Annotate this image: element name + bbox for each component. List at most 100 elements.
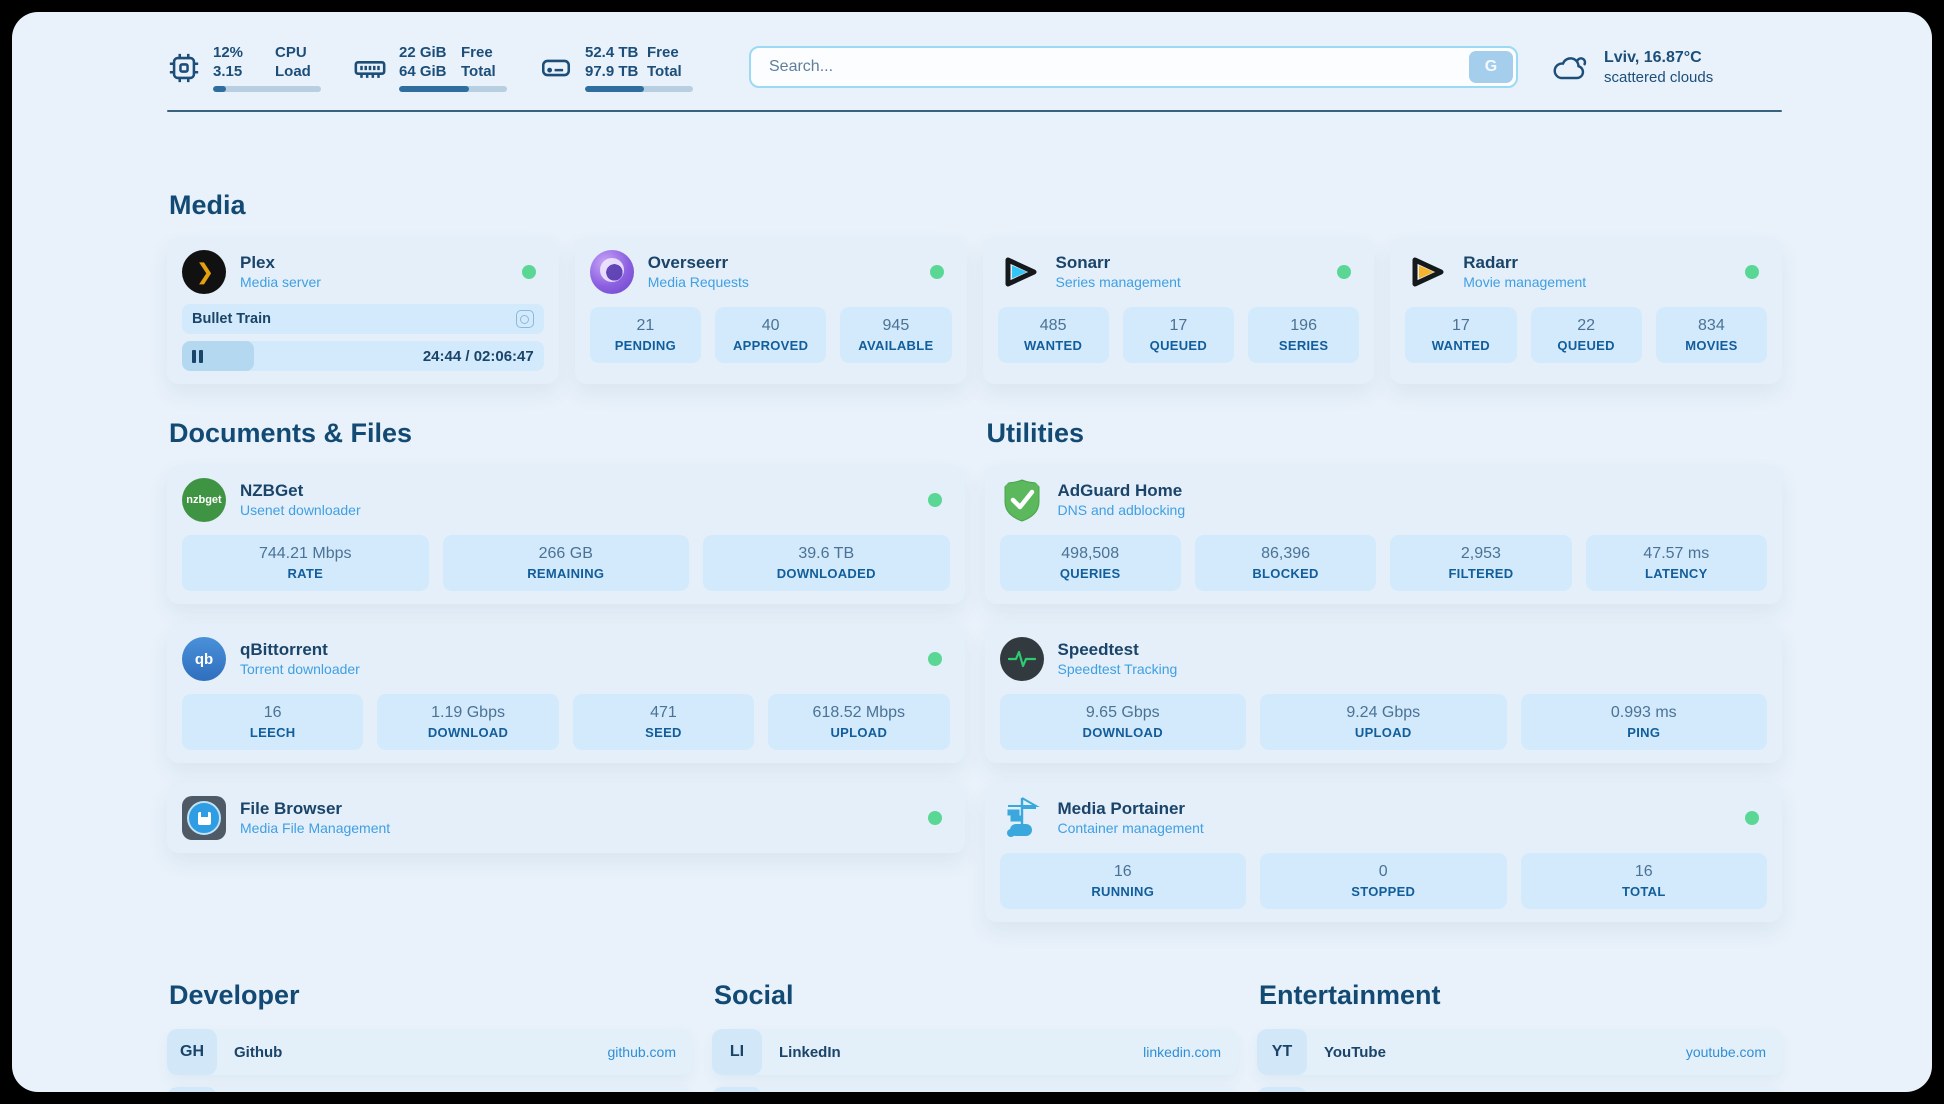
service-title: Sonarr bbox=[1056, 252, 1181, 273]
service-title: AdGuard Home bbox=[1058, 480, 1186, 501]
status-dot bbox=[1337, 265, 1351, 279]
bookmark-abbr: NF bbox=[1257, 1087, 1307, 1092]
search-provider-button[interactable]: G bbox=[1469, 51, 1513, 83]
dashboard-page: 12% 3.15 CPU Load 22 GiB bbox=[12, 12, 1932, 1092]
search-input[interactable] bbox=[749, 46, 1518, 88]
bookmark-url[interactable]: twitter.com bbox=[1154, 1087, 1237, 1092]
bookmark-name: Netflix bbox=[1307, 1087, 1699, 1092]
bookmark-url[interactable]: stackoverflow.com bbox=[562, 1087, 692, 1092]
service-card-sonarr[interactable]: Sonarr Series management 485 WANTED 17 Q… bbox=[983, 237, 1375, 384]
stat-downloaded: 39.6 TB DOWNLOADED bbox=[703, 535, 950, 591]
service-subtitle: DNS and adblocking bbox=[1058, 501, 1186, 520]
service-title: Plex bbox=[240, 252, 321, 273]
service-subtitle: Container management bbox=[1058, 819, 1204, 838]
portainer-icon bbox=[1000, 796, 1044, 840]
utilities-column: AdGuard Home DNS and adblocking 498,508 … bbox=[985, 465, 1783, 922]
service-card-qbittorrent[interactable]: qb qBittorrent Torrent downloader 16 LEE… bbox=[167, 624, 965, 763]
speedtest-icon bbox=[1000, 637, 1044, 681]
pause-icon[interactable] bbox=[192, 350, 203, 363]
bookmark-abbr: YT bbox=[1257, 1029, 1307, 1075]
weather-condition: scattered clouds bbox=[1604, 68, 1713, 87]
bookmark-netflix[interactable]: NF Netflix netflix.com bbox=[1257, 1087, 1782, 1092]
top-bar: 12% 3.15 CPU Load 22 GiB bbox=[167, 38, 1782, 96]
bookmark-twitter[interactable]: TW Twitter twitter.com bbox=[712, 1087, 1237, 1092]
service-card-plex[interactable]: ❯ Plex Media server Bullet Train 24:44 /… bbox=[167, 237, 559, 384]
stat-rate: 744.21 Mbps RATE bbox=[182, 535, 429, 591]
bookmark-group-social: Social LI LinkedIn linkedin.com TW Twitt… bbox=[712, 980, 1237, 1092]
bookmark-linkedin[interactable]: LI LinkedIn linkedin.com bbox=[712, 1029, 1237, 1075]
status-dot bbox=[1745, 265, 1759, 279]
memory-progress-bar bbox=[399, 86, 507, 92]
status-dot bbox=[928, 811, 942, 825]
bookmark-url[interactable]: github.com bbox=[608, 1029, 692, 1075]
weather-summary: Lviv, 16.87°C bbox=[1604, 47, 1713, 68]
service-title: Speedtest bbox=[1058, 639, 1178, 660]
memory-free-value: 22 GiB bbox=[399, 43, 447, 62]
stat-available: 945 AVAILABLE bbox=[840, 307, 951, 363]
bookmark-name: LinkedIn bbox=[762, 1029, 1143, 1075]
cloud-icon bbox=[1552, 52, 1590, 82]
disk-free-value: 52.4 TB bbox=[585, 43, 638, 62]
service-card-filebrowser[interactable]: File Browser Media File Management bbox=[167, 783, 965, 853]
bookmark-name: Github bbox=[217, 1029, 608, 1075]
stat-running: 16 RUNNING bbox=[1000, 853, 1247, 909]
bookmark-name: StackOverflow bbox=[217, 1087, 562, 1092]
service-title: Overseerr bbox=[648, 252, 749, 273]
section-title-developer: Developer bbox=[169, 980, 692, 1011]
stat-approved: 40 APPROVED bbox=[715, 307, 826, 363]
section-title-entertainment: Entertainment bbox=[1259, 980, 1782, 1011]
plex-now-playing: Bullet Train bbox=[182, 304, 544, 334]
status-dot bbox=[928, 493, 942, 507]
bookmark-abbr: TW bbox=[712, 1087, 762, 1092]
service-card-nzbget[interactable]: nzbget NZBGet Usenet downloader 744.21 M… bbox=[167, 465, 965, 604]
stat-upload: 618.52 Mbps UPLOAD bbox=[768, 694, 949, 750]
weather-widget[interactable]: Lviv, 16.87°C scattered clouds bbox=[1552, 47, 1782, 87]
service-subtitle: Media File Management bbox=[240, 819, 390, 838]
plex-icon: ❯ bbox=[182, 250, 226, 294]
service-subtitle: Media Requests bbox=[648, 273, 749, 292]
cpu-usage-value: 12% bbox=[213, 43, 243, 62]
view-stream-icon[interactable] bbox=[516, 310, 534, 328]
stat-download: 1.19 Gbps DOWNLOAD bbox=[377, 694, 558, 750]
stat-filtered: 2,953 FILTERED bbox=[1390, 535, 1571, 591]
bookmark-stackoverflow[interactable]: SO StackOverflow stackoverflow.com bbox=[167, 1087, 692, 1092]
stat-wanted: 485 WANTED bbox=[998, 307, 1109, 363]
disk-icon bbox=[539, 51, 573, 85]
status-dot bbox=[930, 265, 944, 279]
service-card-portainer[interactable]: Media Portainer Container management 16 … bbox=[985, 783, 1783, 922]
bookmark-github[interactable]: GH Github github.com bbox=[167, 1029, 692, 1075]
section-title-documents: Documents & Files bbox=[169, 418, 965, 449]
memory-resource-widget: 22 GiB 64 GiB Free Total bbox=[353, 43, 513, 92]
cpu-icon bbox=[167, 51, 201, 85]
stream-title: Bullet Train bbox=[192, 311, 271, 327]
service-card-speedtest[interactable]: Speedtest Speedtest Tracking 9.65 Gbps D… bbox=[985, 624, 1783, 763]
section-media: Media ❯ Plex Media server Bullet Train bbox=[167, 190, 1782, 384]
filebrowser-icon bbox=[182, 796, 226, 840]
service-title: NZBGet bbox=[240, 480, 361, 501]
service-subtitle: Media server bbox=[240, 273, 321, 292]
bookmark-name: YouTube bbox=[1307, 1029, 1686, 1075]
bookmark-url[interactable]: youtube.com bbox=[1686, 1029, 1782, 1075]
stat-leech: 16 LEECH bbox=[182, 694, 363, 750]
memory-total-label: Total bbox=[461, 62, 496, 81]
bookmark-url[interactable]: netflix.com bbox=[1699, 1087, 1782, 1092]
stat-movies: 834 MOVIES bbox=[1656, 307, 1767, 363]
bookmark-url[interactable]: linkedin.com bbox=[1143, 1029, 1237, 1075]
bookmark-youtube[interactable]: YT YouTube youtube.com bbox=[1257, 1029, 1782, 1075]
service-title: File Browser bbox=[240, 798, 390, 819]
disk-total-label: Total bbox=[647, 62, 682, 81]
bookmark-abbr: GH bbox=[167, 1029, 217, 1075]
service-card-overseerr[interactable]: Overseerr Media Requests 21 PENDING 40 A… bbox=[575, 237, 967, 384]
stat-pending: 21 PENDING bbox=[590, 307, 701, 363]
cpu-progress-bar bbox=[213, 86, 321, 92]
bookmark-name: Twitter bbox=[762, 1087, 1154, 1092]
service-card-adguard[interactable]: AdGuard Home DNS and adblocking 498,508 … bbox=[985, 465, 1783, 604]
section-title-media: Media bbox=[169, 190, 1782, 221]
service-subtitle: Usenet downloader bbox=[240, 501, 361, 520]
adguard-icon bbox=[1000, 478, 1044, 522]
stat-download: 9.65 Gbps DOWNLOAD bbox=[1000, 694, 1247, 750]
plex-stream-progress: 24:44 / 02:06:47 bbox=[182, 341, 544, 371]
cpu-label: CPU bbox=[275, 43, 307, 62]
service-title: Radarr bbox=[1463, 252, 1586, 273]
service-card-radarr[interactable]: Radarr Movie management 17 WANTED 22 QUE… bbox=[1390, 237, 1782, 384]
